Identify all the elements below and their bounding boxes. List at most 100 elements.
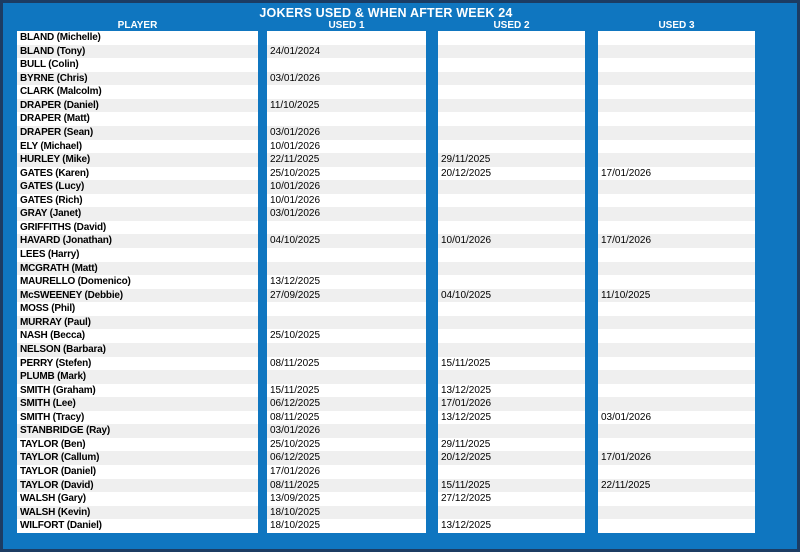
used2-cell[interactable] [438, 98, 585, 113]
used2-cell[interactable]: 27/12/2025 [438, 492, 585, 506]
used2-cell[interactable] [438, 112, 585, 126]
used1-cell[interactable]: 10/01/2026 [267, 193, 426, 208]
used3-cell[interactable] [598, 248, 755, 262]
player-name-cell[interactable]: GRAY (Janet) [17, 207, 258, 221]
used2-cell[interactable] [438, 44, 585, 59]
used2-cell[interactable] [438, 342, 585, 357]
player-name-cell[interactable]: BLAND (Tony) [17, 44, 258, 59]
used2-cell[interactable] [438, 505, 585, 520]
used1-cell[interactable]: 13/12/2025 [267, 275, 426, 289]
used1-cell[interactable]: 18/10/2025 [267, 519, 426, 533]
player-name-cell[interactable]: CLARK (Malcolm) [17, 85, 258, 99]
player-name-cell[interactable]: SMITH (Graham) [17, 383, 258, 398]
player-name-cell[interactable]: PLUMB (Mark) [17, 370, 258, 384]
player-name-cell[interactable]: TAYLOR (Callum) [17, 451, 258, 465]
used2-cell[interactable] [438, 248, 585, 262]
player-name-cell[interactable]: NASH (Becca) [17, 329, 258, 343]
used3-cell[interactable] [598, 112, 755, 126]
used1-cell[interactable]: 22/11/2025 [267, 153, 426, 167]
player-name-cell[interactable]: PERRY (Stefen) [17, 356, 258, 371]
used3-cell[interactable] [598, 98, 755, 113]
player-name-cell[interactable]: GRIFFITHS (David) [17, 220, 258, 235]
used1-cell[interactable] [267, 85, 426, 99]
used1-cell[interactable] [267, 342, 426, 357]
used2-cell[interactable] [438, 71, 585, 86]
player-name-cell[interactable]: DRAPER (Daniel) [17, 98, 258, 113]
player-name-cell[interactable]: GATES (Karen) [17, 166, 258, 181]
player-name-cell[interactable]: MCGRATH (Matt) [17, 261, 258, 276]
used2-cell[interactable] [438, 125, 585, 140]
used3-cell[interactable] [598, 437, 755, 452]
used1-cell[interactable]: 24/01/2024 [267, 44, 426, 59]
used1-cell[interactable]: 03/01/2026 [267, 207, 426, 221]
used3-cell[interactable] [598, 220, 755, 235]
player-name-cell[interactable]: MOSS (Phil) [17, 302, 258, 316]
player-name-cell[interactable]: TAYLOR (David) [17, 478, 258, 493]
used2-cell[interactable] [438, 85, 585, 99]
used3-cell[interactable] [598, 370, 755, 384]
used3-cell[interactable]: 22/11/2025 [598, 478, 755, 493]
used1-cell[interactable] [267, 248, 426, 262]
used3-cell[interactable]: 17/01/2026 [598, 234, 755, 248]
used2-cell[interactable]: 13/12/2025 [438, 383, 585, 398]
player-name-cell[interactable]: BYRNE (Chris) [17, 71, 258, 86]
used1-cell[interactable]: 17/01/2026 [267, 465, 426, 479]
used1-cell[interactable]: 25/10/2025 [267, 437, 426, 452]
used2-cell[interactable] [438, 315, 585, 330]
used3-cell[interactable] [598, 275, 755, 289]
used1-cell[interactable] [267, 220, 426, 235]
used2-cell[interactable]: 20/12/2025 [438, 451, 585, 465]
used1-cell[interactable]: 10/01/2026 [267, 139, 426, 154]
used3-cell[interactable] [598, 329, 755, 343]
used2-cell[interactable] [438, 193, 585, 208]
used1-cell[interactable]: 25/10/2025 [267, 329, 426, 343]
used3-cell[interactable] [598, 44, 755, 59]
player-name-cell[interactable]: LEES (Harry) [17, 248, 258, 262]
used2-cell[interactable] [438, 302, 585, 316]
player-name-cell[interactable]: ELY (Michael) [17, 139, 258, 154]
used2-cell[interactable]: 29/11/2025 [438, 437, 585, 452]
player-name-cell[interactable]: WILFORT (Daniel) [17, 519, 258, 533]
used2-cell[interactable] [438, 275, 585, 289]
used3-cell[interactable]: 03/01/2026 [598, 410, 755, 425]
player-name-cell[interactable]: GATES (Lucy) [17, 180, 258, 194]
used2-cell[interactable] [438, 261, 585, 276]
used1-cell[interactable]: 03/01/2026 [267, 424, 426, 438]
used3-cell[interactable] [598, 207, 755, 221]
used3-cell[interactable] [598, 193, 755, 208]
player-name-cell[interactable]: STANBRIDGE (Ray) [17, 424, 258, 438]
used2-cell[interactable] [438, 220, 585, 235]
used3-cell[interactable] [598, 85, 755, 99]
used3-cell[interactable] [598, 342, 755, 357]
player-name-cell[interactable]: BLAND (Michelle) [17, 31, 258, 45]
used2-cell[interactable]: 17/01/2026 [438, 397, 585, 411]
used1-cell[interactable]: 10/01/2026 [267, 180, 426, 194]
player-name-cell[interactable]: HAVARD (Jonathan) [17, 234, 258, 248]
used1-cell[interactable]: 06/12/2025 [267, 397, 426, 411]
player-name-cell[interactable]: DRAPER (Matt) [17, 112, 258, 126]
used1-cell[interactable]: 13/09/2025 [267, 492, 426, 506]
used3-cell[interactable] [598, 302, 755, 316]
used3-cell[interactable] [598, 424, 755, 438]
used1-cell[interactable]: 18/10/2025 [267, 505, 426, 520]
used2-cell[interactable]: 10/01/2026 [438, 234, 585, 248]
player-name-cell[interactable]: NELSON (Barbara) [17, 342, 258, 357]
player-name-cell[interactable]: MURRAY (Paul) [17, 315, 258, 330]
used1-cell[interactable] [267, 315, 426, 330]
used3-cell[interactable]: 17/01/2026 [598, 166, 755, 181]
player-name-cell[interactable]: WALSH (Kevin) [17, 505, 258, 520]
used3-cell[interactable] [598, 180, 755, 194]
used3-cell[interactable] [598, 519, 755, 533]
used1-cell[interactable]: 27/09/2025 [267, 288, 426, 303]
used2-cell[interactable]: 13/12/2025 [438, 519, 585, 533]
used3-cell[interactable] [598, 58, 755, 72]
used3-cell[interactable] [598, 383, 755, 398]
used1-cell[interactable] [267, 302, 426, 316]
used3-cell[interactable] [598, 71, 755, 86]
player-name-cell[interactable]: TAYLOR (Ben) [17, 437, 258, 452]
used2-cell[interactable]: 13/12/2025 [438, 410, 585, 425]
used3-cell[interactable] [598, 261, 755, 276]
used2-cell[interactable]: 15/11/2025 [438, 356, 585, 371]
used3-cell[interactable] [598, 31, 755, 45]
player-name-cell[interactable]: BULL (Colin) [17, 58, 258, 72]
